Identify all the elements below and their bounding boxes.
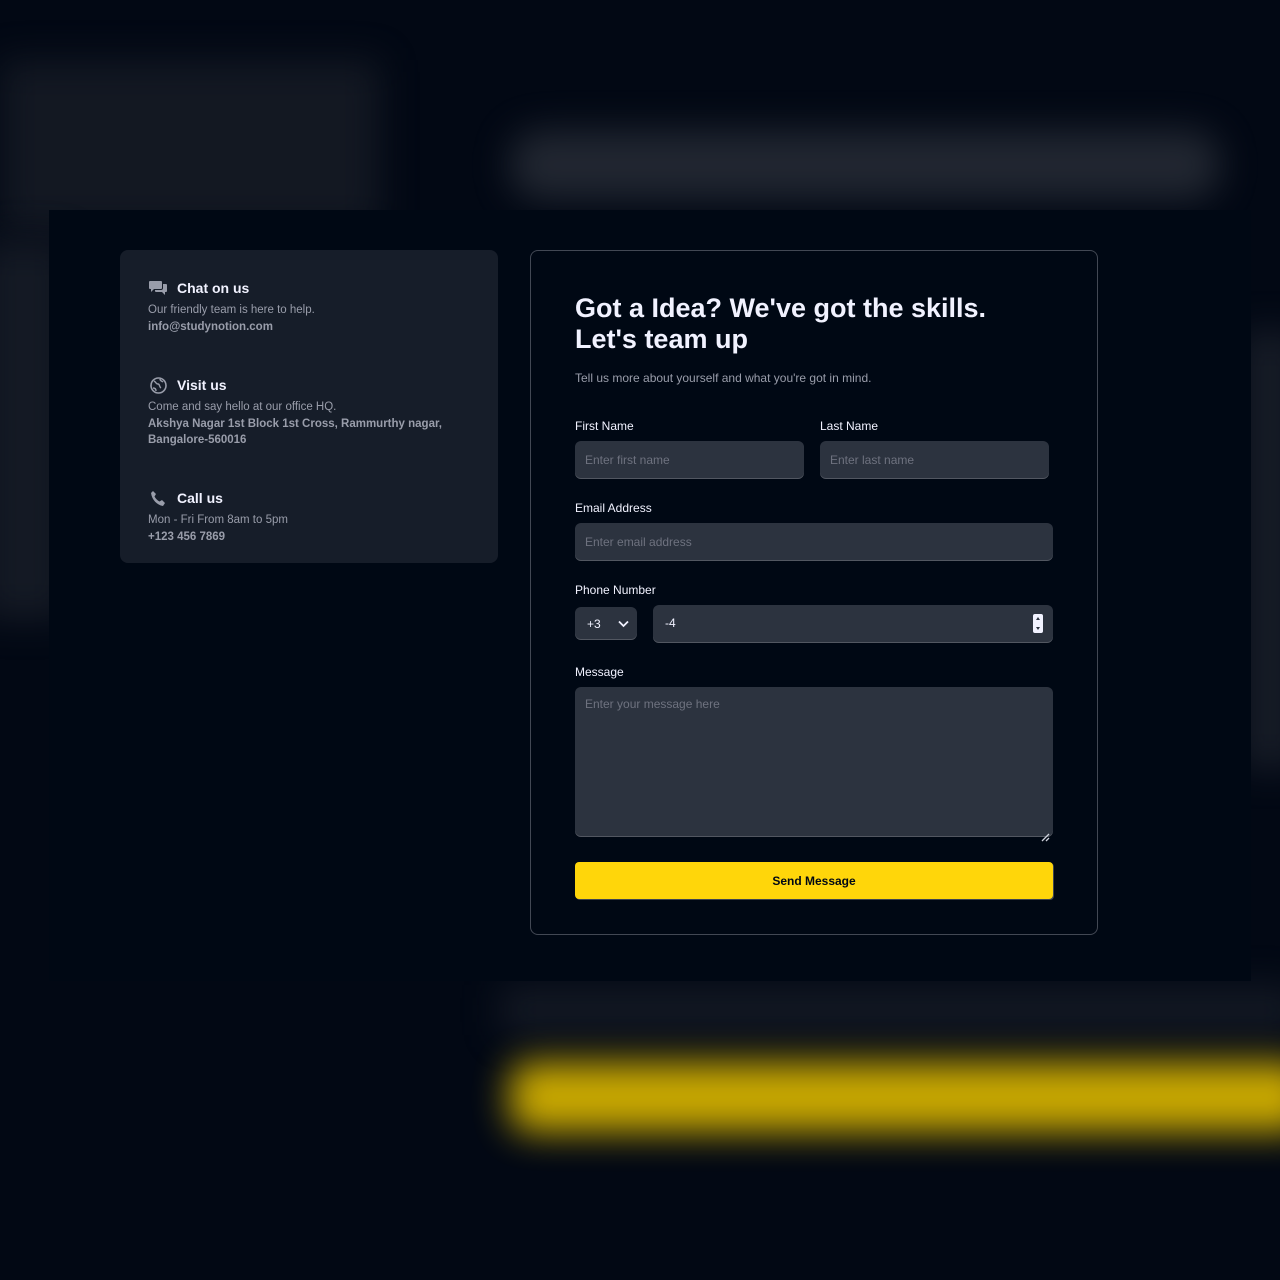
last-name-field-group: Last Name [820,419,1049,479]
first-name-label: First Name [575,419,634,433]
contact-visit-description: Come and say hello at our office HQ. [148,401,337,413]
last-name-label: Last Name [820,419,879,433]
email-input[interactable] [575,523,1053,561]
contact-call-block: Call us Mon - Fri From 8am to 5pm +123 4… [148,488,470,545]
contact-chat-block: Chat on us Our friendly team is here to … [148,278,470,335]
contact-section: Chat on us Our friendly team is here to … [49,210,1251,981]
message-wrapper [575,687,1053,842]
resize-handle-icon[interactable] [1041,829,1050,842]
contact-visit-block: Visit us Come and say hello at our offic… [148,375,470,448]
contact-email: info@studynotion.com [148,321,273,333]
message-textarea[interactable] [575,687,1053,837]
phone-number-input[interactable]: -4 [653,605,1053,643]
contact-info-card: Chat on us Our friendly team is here to … [120,250,498,563]
first-name-field-group: First Name [575,419,804,479]
first-name-input[interactable] [575,441,804,479]
blurred-heading [510,130,1220,200]
blurred-field [500,985,1280,1035]
last-name-input[interactable] [820,441,1049,479]
contact-chat-description: Our friendly team is here to help. [148,304,315,316]
message-label: Message [575,665,624,679]
phone-icon [148,488,168,508]
number-spinner-icon[interactable] [1033,614,1043,633]
contact-chat-title: Chat on us [177,280,250,296]
message-field-group: Message [575,665,1053,842]
send-message-button[interactable]: Send Message [575,862,1053,899]
country-code-value: +3 [587,616,601,631]
blurred-button [510,1062,1280,1132]
form-subtitle: Tell us more about yourself and what you… [575,371,872,385]
chat-icon [148,278,168,298]
contact-form-card: Got a Idea? We've got the skills. Let's … [530,250,1098,935]
contact-phone-number: +123 456 7869 [148,531,226,543]
blurred-panel [0,60,380,230]
email-field-group: Email Address [575,501,1053,561]
form-title: Got a Idea? We've got the skills. Let's … [575,293,987,354]
globe-icon [148,375,168,395]
chevron-down-icon [618,617,629,631]
contact-address: Akshya Nagar 1st Block 1st Cross, Rammur… [148,418,443,446]
contact-visit-title: Visit us [177,377,227,393]
name-row: First Name Last Name [575,419,1053,479]
phone-label: Phone Number [575,583,656,597]
contact-call-title: Call us [177,490,223,506]
contact-call-description: Mon - Fri From 8am to 5pm [148,514,288,526]
phone-number-value: -4 [665,616,676,630]
email-label: Email Address [575,501,652,515]
country-code-select[interactable]: +3 [575,607,637,640]
phone-row: +3 -4 [575,605,1053,643]
phone-field-group: Phone Number +3 -4 [575,583,1053,643]
